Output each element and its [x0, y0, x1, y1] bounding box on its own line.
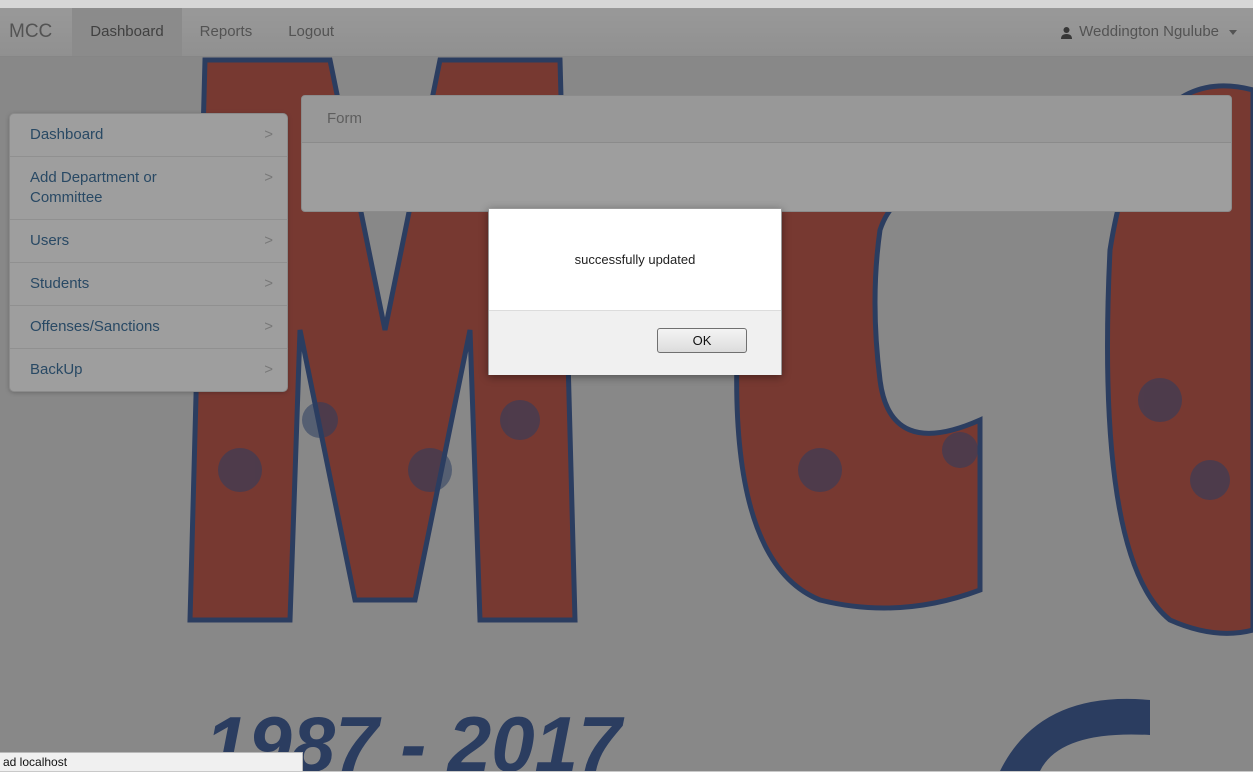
dialog-footer: OK — [489, 310, 781, 375]
ok-button[interactable]: OK — [657, 328, 747, 353]
dialog-message: successfully updated — [574, 251, 696, 267]
browser-status-bar: ad localhost — [0, 752, 303, 771]
alert-dialog: successfully updated OK — [488, 208, 782, 375]
modal-overlay — [0, 8, 1253, 771]
